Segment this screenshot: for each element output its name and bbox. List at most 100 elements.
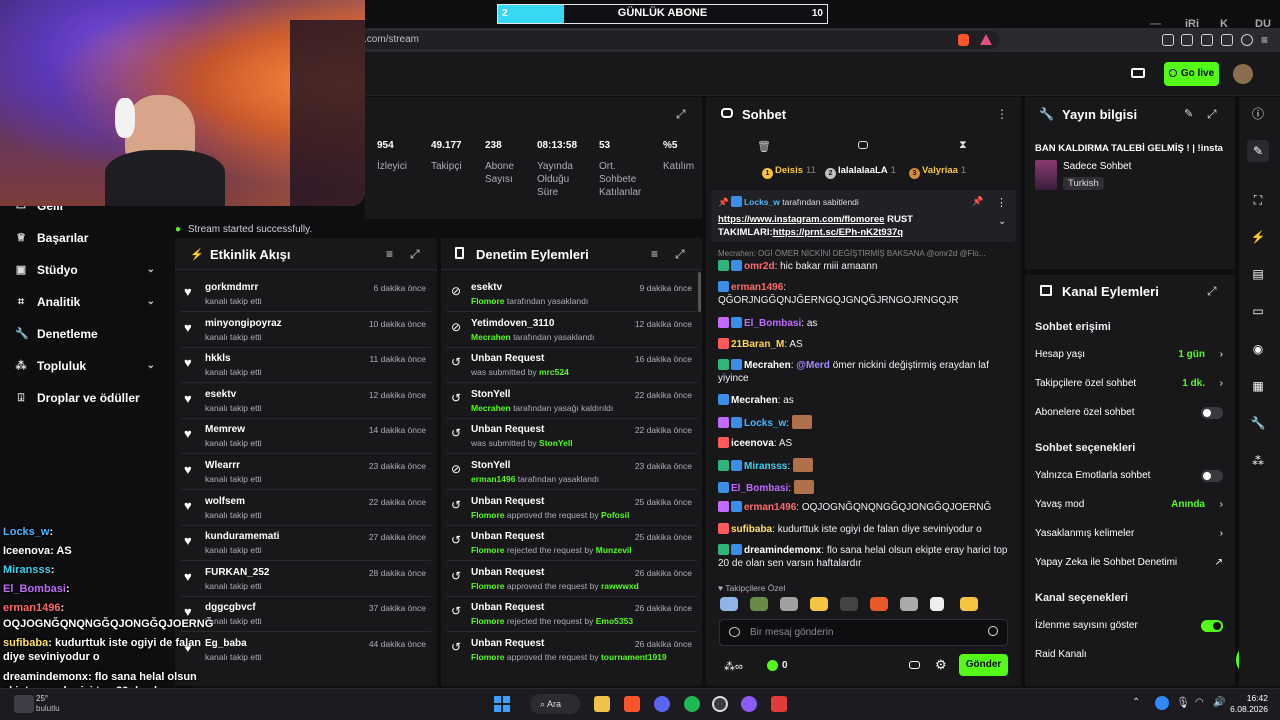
moderator-name[interactable]: Flomore	[471, 545, 505, 555]
moderator-name[interactable]: Flomore	[471, 652, 505, 662]
menu-icon[interactable]: ≡	[1261, 33, 1268, 47]
requester-name[interactable]: Munzevil	[596, 545, 632, 555]
popout-icon[interactable]: ⤢	[675, 247, 685, 262]
moderation-title[interactable]: esektv	[471, 282, 502, 293]
show-viewers-toggle[interactable]	[1201, 620, 1223, 632]
banned-words-row[interactable]: Yasaklanmış kelimeler ›	[1035, 526, 1225, 542]
microphone-icon[interactable]: 🎙	[1176, 696, 1190, 709]
more-icon[interactable]: ⋮	[996, 107, 1008, 121]
chat-icon[interactable]	[858, 141, 868, 149]
emote-button[interactable]	[900, 597, 918, 611]
wifi-icon[interactable]: ◠	[1195, 697, 1204, 708]
broadcast-icon[interactable]	[1131, 68, 1145, 78]
scrollbar[interactable]	[698, 272, 701, 312]
activity-user[interactable]: FURKAN_252	[205, 567, 269, 578]
activity-user[interactable]: Wlearrr	[205, 460, 240, 471]
requester-name[interactable]: Emo5353	[596, 616, 633, 626]
chat-mention[interactable]: @Merd	[796, 360, 830, 371]
filter-icon[interactable]: ≡	[651, 247, 658, 261]
volume-icon[interactable]: 🔊	[1213, 697, 1225, 708]
account-age-row[interactable]: Hesap yaşı 1 gün ›	[1035, 347, 1225, 363]
emote-button[interactable]	[930, 597, 944, 611]
activity-user[interactable]: wolfsem	[205, 496, 245, 507]
chevron-up-icon[interactable]: ⌃	[1132, 697, 1140, 708]
hourglass-icon[interactable]: ⧗	[959, 139, 967, 152]
moderator-name[interactable]: Mecrahen	[471, 332, 511, 342]
trash-icon[interactable]: 🗑	[757, 140, 771, 153]
leaderboard-entry[interactable]: 2 lalalalaaLA 1	[825, 165, 896, 179]
chat-username[interactable]: 21Baran_M	[731, 339, 784, 350]
community-icon[interactable]: ⁂	[1247, 450, 1269, 472]
broadcast-icon[interactable]: ◉	[1247, 338, 1269, 360]
clock-date[interactable]: 6.08.2026	[1226, 704, 1268, 714]
leaderboard-entry[interactable]: 3 Valyriaa 1	[909, 165, 966, 179]
wallet-icon[interactable]	[1201, 34, 1213, 46]
emote-button[interactable]	[750, 597, 768, 611]
requester-name[interactable]: StonYell	[539, 438, 573, 448]
clock-time[interactable]: 16:42	[1234, 693, 1268, 703]
wrench-icon[interactable]: 🔧	[1247, 412, 1269, 434]
notes-icon[interactable]: ▤	[1247, 263, 1269, 285]
filter-icon[interactable]: ≡	[386, 247, 393, 261]
tray-app-icon[interactable]	[1155, 696, 1169, 710]
pinned-link[interactable]: https://www.instagram.com/flomoree	[718, 214, 884, 225]
more-icon[interactable]: ⋮	[996, 196, 1007, 209]
vpn-icon[interactable]	[1241, 34, 1253, 46]
emote-button[interactable]	[960, 597, 978, 611]
clipboard-icon[interactable]: ▦	[1247, 375, 1269, 397]
popout-icon[interactable]: ⤢	[1207, 284, 1217, 299]
moderation-title[interactable]: Unban Request	[471, 496, 544, 507]
taskbar-search[interactable]: ⌕ Ara	[530, 694, 580, 714]
chat-username[interactable]: Locks_w	[744, 418, 786, 429]
requester-name[interactable]: Pofosil	[601, 510, 629, 520]
popout-icon[interactable]: ⤢	[676, 107, 686, 122]
sidebar-item-st-dyo[interactable]: ▣ Stüdyo ⌄	[15, 260, 175, 280]
requester-name[interactable]: rawwwxd	[601, 581, 639, 591]
community-icon[interactable]: ⁂∞	[724, 660, 743, 673]
address-bar[interactable]: .com/stream	[350, 31, 1000, 49]
gear-icon[interactable]: ⚙	[935, 657, 947, 673]
obs-icon[interactable]	[712, 696, 728, 712]
emote-button[interactable]	[870, 597, 888, 611]
moderator-name[interactable]: Flomore	[471, 296, 505, 306]
chat-icon[interactable]: ▭	[1247, 300, 1269, 322]
chevron-down-icon[interactable]: ⌄	[998, 216, 1006, 227]
requester-name[interactable]: tournament1919	[601, 652, 667, 662]
go-live-button[interactable]: Go live	[1164, 62, 1219, 86]
emote-button[interactable]	[720, 597, 738, 611]
sidebar-item-topluluk[interactable]: ⁂ Topluluk ⌄	[15, 356, 175, 376]
chat-username[interactable]: erman1496	[744, 502, 796, 513]
moderation-title[interactable]: StonYell	[471, 460, 510, 471]
moderator-name[interactable]: Mecrahen	[471, 403, 511, 413]
moderation-title[interactable]: Unban Request	[471, 638, 544, 649]
requester-name[interactable]: mrc524	[539, 367, 569, 377]
slow-mode-row[interactable]: Yavaş mod Anında ›	[1035, 497, 1225, 513]
moderation-title[interactable]: Unban Request	[471, 602, 544, 613]
sub-only-toggle[interactable]	[1201, 407, 1223, 419]
edit-icon[interactable]: ✎	[1184, 107, 1193, 120]
follower-only-row[interactable]: Takipçilere özel sohbet 1 dk. ›	[1035, 376, 1225, 392]
raid-row[interactable]: Raid Kanalı	[1035, 647, 1225, 663]
app-icon[interactable]	[771, 696, 787, 712]
rewards-icon[interactable]	[980, 34, 992, 45]
popout-icon[interactable]: ⤢	[410, 247, 420, 262]
download-icon[interactable]	[1221, 34, 1233, 46]
crop-icon[interactable]: ⛶	[1247, 189, 1269, 211]
moderation-title[interactable]: Unban Request	[471, 424, 544, 435]
spotify-icon[interactable]	[684, 696, 700, 712]
extension-icon[interactable]	[1162, 34, 1174, 46]
chat-username[interactable]: sufibaba	[731, 524, 772, 535]
chat-username[interactable]: El_Bombasi	[731, 483, 788, 494]
chat-username[interactable]: dreamindemonx	[744, 545, 821, 556]
chat-username[interactable]: iceenova	[731, 438, 774, 449]
moderation-title[interactable]: Unban Request	[471, 567, 544, 578]
moderator-name[interactable]: Flomore	[471, 510, 505, 520]
pinned-link[interactable]: https://prnt.sc/EPh-nK2t937q	[773, 227, 903, 238]
moderator-name[interactable]: Flomore	[471, 616, 505, 626]
moderation-title[interactable]: Unban Request	[471, 531, 544, 542]
chat-icon[interactable]	[909, 661, 920, 669]
chat-username[interactable]: Mecrahen	[744, 360, 791, 371]
avatar[interactable]	[1233, 64, 1253, 84]
chat-username[interactable]: erman1496	[731, 282, 783, 293]
chat-username[interactable]: Miransss	[744, 461, 787, 472]
